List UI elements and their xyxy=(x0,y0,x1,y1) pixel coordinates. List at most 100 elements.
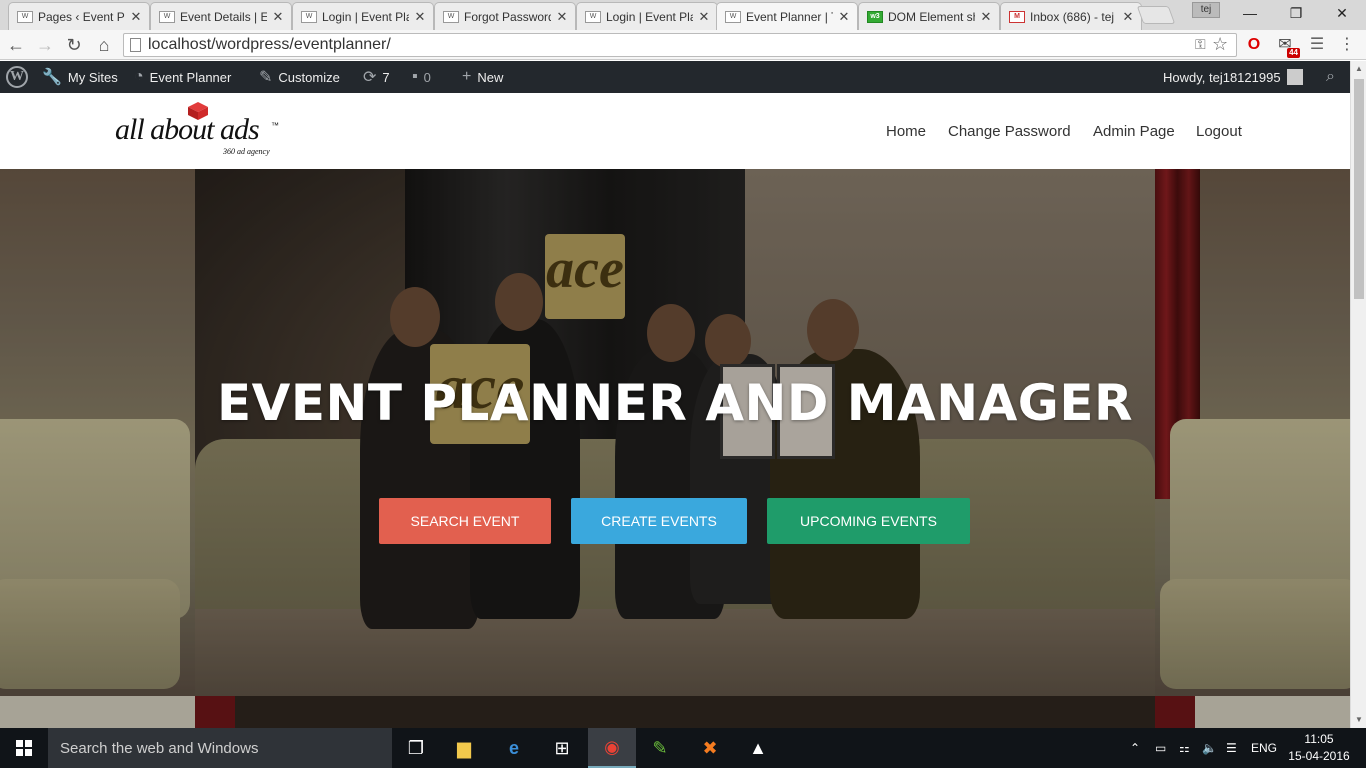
close-icon[interactable]: ✕ xyxy=(697,9,711,25)
mail-extension-icon[interactable]: ✉ 44 xyxy=(1274,34,1300,58)
nav-change-password[interactable]: Change Password xyxy=(948,123,1071,140)
updates-count: 7 xyxy=(382,69,390,85)
xampp-icon[interactable]: ✖ xyxy=(686,728,734,768)
upcoming-events-button[interactable]: UPCOMING EVENTS xyxy=(767,498,970,544)
nav-logout[interactable]: Logout xyxy=(1196,123,1242,140)
browser-tab[interactable]: W Login | Event Pla ✕ xyxy=(576,2,718,30)
new-content-menu[interactable]: + New xyxy=(462,61,503,93)
search-event-button[interactable]: SEARCH EVENT xyxy=(379,498,551,544)
wrench-icon: 🔧 xyxy=(42,69,62,86)
close-icon[interactable]: ✕ xyxy=(555,9,569,25)
main-nav: Admin Page xyxy=(1093,93,1175,169)
wordpress-icon: W xyxy=(585,10,601,23)
wordpress-icon: W xyxy=(301,10,317,23)
minimize-icon[interactable]: — xyxy=(1227,0,1273,26)
store-icon[interactable]: ⊞ xyxy=(538,728,586,768)
language-indicator[interactable]: ENG xyxy=(1251,728,1277,768)
wordpress-icon: W xyxy=(17,10,33,23)
address-bar[interactable]: ⚿ ☆ xyxy=(123,33,1237,57)
customize-menu[interactable]: ✎ Customize xyxy=(259,61,340,93)
create-events-button[interactable]: CREATE EVENTS xyxy=(571,498,747,544)
action-center-icon[interactable]: ☰ xyxy=(1226,728,1237,768)
scroll-down-icon[interactable]: ▼ xyxy=(1351,712,1366,728)
notepad-icon[interactable]: ✎ xyxy=(636,728,684,768)
chrome-menu-icon[interactable]: ⋮ xyxy=(1336,34,1358,56)
browser-tab[interactable]: M Inbox (686) - tej ✕ xyxy=(1000,2,1142,30)
comments-count: 0 xyxy=(423,69,431,85)
volume-icon[interactable]: 🔈 xyxy=(1202,728,1217,768)
chrome-icon[interactable]: ◉ xyxy=(588,728,636,768)
tab-title: Event Planner | T xyxy=(746,9,833,24)
updates-icon: ⟳ xyxy=(363,69,377,86)
reload-icon[interactable]: ↻ xyxy=(62,33,86,57)
back-icon[interactable]: ← xyxy=(4,33,28,57)
customize-label: Customize xyxy=(278,69,340,85)
browser-tab[interactable]: w3 DOM Element sh ✕ xyxy=(858,2,1000,30)
bookmark-star-icon[interactable]: ☆ xyxy=(1212,34,1228,55)
logo-tagline: 360 ad agency xyxy=(223,147,270,156)
magnifier-icon: ⌕ xyxy=(1326,68,1335,85)
windows-taskbar: Search the web and Windows ❐ ▆ e ⊞ ◉ ✎ ✖… xyxy=(0,728,1366,768)
wordpress-icon: W xyxy=(443,10,459,23)
hero-title: EVENT PLANNER AND MANAGER xyxy=(217,374,1133,432)
updates-menu[interactable]: ⟳ 7 xyxy=(363,61,390,93)
close-icon[interactable]: ✕ xyxy=(1121,9,1135,25)
gmail-icon: M xyxy=(1009,10,1025,23)
wordpress-logo-icon[interactable]: W xyxy=(6,66,28,88)
taskbar-clock[interactable]: 11:05 15-04-2016 xyxy=(1284,731,1354,765)
browser-tab[interactable]: W Forgot Password ✕ xyxy=(434,2,576,30)
site-logo[interactable]: all about ads ™ 360 ad agency xyxy=(115,99,285,161)
browser-tab[interactable]: W Login | Event Pla ✕ xyxy=(292,2,434,30)
hero-overlay xyxy=(0,169,1350,728)
home-icon[interactable]: ⌂ xyxy=(92,33,116,57)
scrollbar-thumb[interactable] xyxy=(1354,79,1364,299)
task-view-icon[interactable]: ❐ xyxy=(392,728,440,768)
new-tab-button[interactable] xyxy=(1136,6,1176,24)
comments-menu[interactable]: ▪ 0 xyxy=(412,61,431,93)
clock-date: 15-04-2016 xyxy=(1288,749,1350,763)
page-scrollbar[interactable]: ▲ ▼ xyxy=(1350,61,1366,728)
site-name-menu[interactable]: ◔ Event Planner xyxy=(134,61,231,93)
opera-extension-icon[interactable]: O xyxy=(1243,34,1265,56)
nav-home[interactable]: Home xyxy=(886,123,926,140)
url-input[interactable] xyxy=(148,35,1188,55)
edge-icon[interactable]: e xyxy=(490,728,538,768)
key-icon[interactable]: ⚿ xyxy=(1195,36,1206,53)
howdy-label: Howdy, tej18121995 xyxy=(1163,69,1281,85)
profile-button[interactable]: tej xyxy=(1192,2,1220,18)
close-icon[interactable]: ✕ xyxy=(979,9,993,25)
start-button[interactable] xyxy=(0,728,48,768)
nav-admin-page[interactable]: Admin Page xyxy=(1093,123,1175,140)
hero-section: ace ace EVENT PLANNER AND MANAGER SEARCH… xyxy=(0,169,1350,728)
close-icon[interactable]: ✕ xyxy=(271,9,285,25)
account-menu[interactable]: Howdy, tej18121995 xyxy=(1163,61,1303,93)
network-icon[interactable]: ⚏ xyxy=(1179,728,1190,768)
wordpress-icon: W xyxy=(725,10,741,23)
tab-title: Event Details | Ev xyxy=(180,9,267,24)
my-sites-menu[interactable]: 🔧 My Sites xyxy=(42,61,118,93)
tab-title: Login | Event Pla xyxy=(322,9,409,24)
close-icon[interactable]: ✕ xyxy=(129,9,143,25)
logo-text: all about ads xyxy=(115,113,260,146)
tab-title: Forgot Password xyxy=(464,9,551,24)
forward-icon[interactable]: → xyxy=(33,33,57,57)
taskbar-search[interactable]: Search the web and Windows xyxy=(48,728,392,768)
restore-icon[interactable]: ❐ xyxy=(1273,0,1319,26)
browser-tab[interactable]: W Pages ‹ Event Pla ✕ xyxy=(8,2,150,30)
close-window-icon[interactable]: ✕ xyxy=(1319,0,1365,26)
scroll-up-icon[interactable]: ▲ xyxy=(1351,61,1366,77)
tab-title: Login | Event Pla xyxy=(606,9,693,24)
plus-icon: + xyxy=(462,68,472,85)
site-name-label: Event Planner xyxy=(149,69,232,85)
browser-tab-active[interactable]: W Event Planner | T ✕ xyxy=(716,2,858,30)
close-icon[interactable]: ✕ xyxy=(837,9,851,25)
file-explorer-icon[interactable]: ▆ xyxy=(440,728,488,768)
power-icon[interactable]: ▭ xyxy=(1155,728,1166,768)
browser-tab-strip: W Pages ‹ Event Pla ✕ W Event Details | … xyxy=(0,0,1366,30)
search-icon[interactable]: ⌕ xyxy=(1326,61,1335,93)
close-icon[interactable]: ✕ xyxy=(413,9,427,25)
tray-chevron-icon[interactable]: ⌃ xyxy=(1130,728,1140,768)
extension-icon[interactable]: ☰ xyxy=(1306,34,1328,56)
browser-tab[interactable]: W Event Details | Ev ✕ xyxy=(150,2,292,30)
photos-icon[interactable]: ▲ xyxy=(734,728,782,768)
